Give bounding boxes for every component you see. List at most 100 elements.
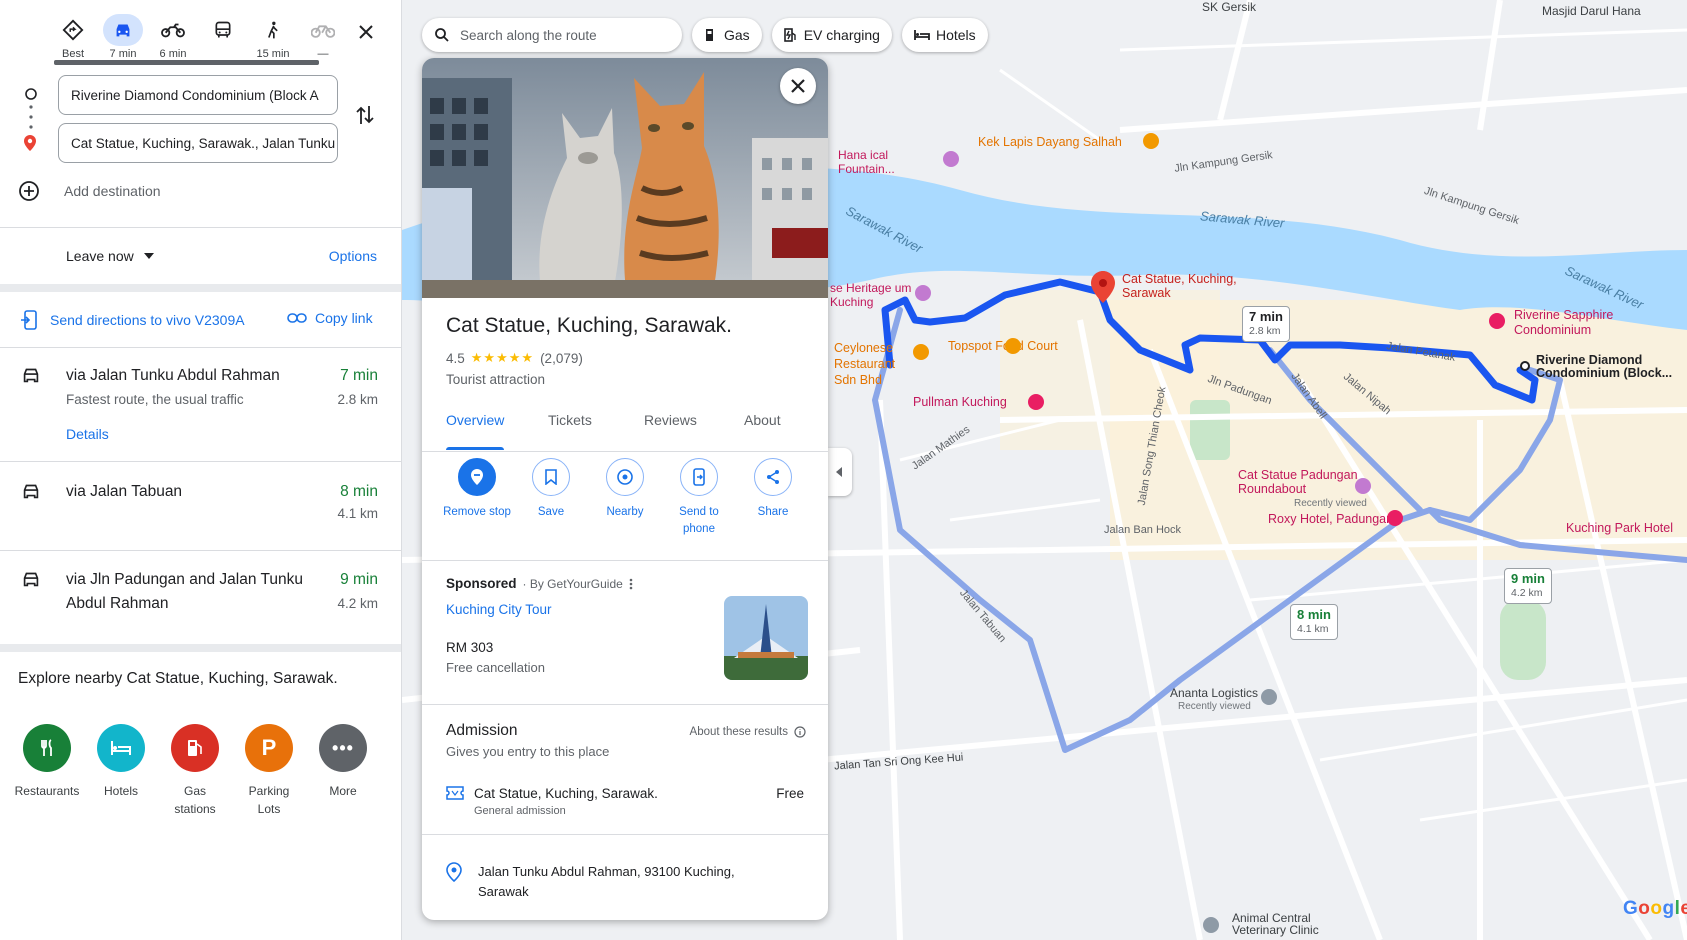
ticket-type: General admission bbox=[474, 805, 566, 817]
action-label: Send to phone bbox=[679, 506, 719, 535]
map-label-ceylonese[interactable]: Ceylonese Restaurant Sdn Bhd bbox=[834, 340, 918, 388]
send-directions-label: Send directions to vivo V2309A bbox=[50, 312, 245, 328]
cafe-marker-icon[interactable] bbox=[1142, 132, 1160, 150]
close-place-card-button[interactable] bbox=[780, 68, 816, 104]
map-label-roxy[interactable]: Roxy Hotel, Padungan bbox=[1268, 512, 1393, 526]
map-label-topspot[interactable]: Topspot Food Court bbox=[948, 339, 1058, 353]
add-destination-button[interactable]: Add destination bbox=[18, 180, 161, 202]
category-parking[interactable]: P Parking Lots bbox=[232, 724, 306, 818]
collapse-panel-button[interactable] bbox=[828, 448, 852, 496]
close-directions-button[interactable] bbox=[352, 18, 380, 46]
chip-gas[interactable]: Gas bbox=[692, 18, 762, 52]
section-divider bbox=[0, 284, 401, 292]
route-details-link[interactable]: Details bbox=[66, 426, 109, 442]
map-label-ananta[interactable]: Ananta Logistics bbox=[1170, 686, 1258, 700]
map-label-destination[interactable]: Cat Statue, Kuching, Sarawak bbox=[1122, 272, 1240, 300]
route-option-2[interactable]: via Jalan Tabuan 8 min 4.1 km bbox=[0, 480, 401, 550]
origin-map-marker-icon bbox=[1520, 361, 1530, 371]
mode-transit[interactable] bbox=[198, 14, 248, 61]
mode-cycling[interactable]: — bbox=[298, 14, 348, 61]
tab-about[interactable]: About bbox=[744, 410, 781, 450]
restaurant-marker-icon[interactable] bbox=[912, 343, 930, 361]
category-hotels[interactable]: Hotels bbox=[84, 724, 158, 818]
copy-link-button[interactable]: Copy link bbox=[287, 310, 373, 326]
admission-title: Admission bbox=[446, 722, 518, 739]
museum-marker-icon[interactable] bbox=[914, 284, 932, 302]
map-label-hana[interactable]: Hana ical Fountain... bbox=[838, 148, 938, 176]
map-label-animal-clinic[interactable]: Animal Central Veterinary Clinic bbox=[1232, 912, 1332, 936]
options-button[interactable]: Options bbox=[329, 248, 377, 264]
mode-walking[interactable]: 15 min bbox=[248, 14, 298, 61]
remove-stop-button[interactable]: Remove stop bbox=[442, 458, 512, 521]
museum-marker-icon[interactable] bbox=[942, 150, 960, 168]
route-time-box-1[interactable]: 7 min 2.8 km bbox=[1242, 306, 1290, 342]
search-along-route-input[interactable]: Search along the route bbox=[422, 18, 682, 52]
more-vert-icon[interactable] bbox=[629, 578, 633, 590]
map-label-kuching-park[interactable]: Kuching Park Hotel bbox=[1566, 521, 1673, 535]
place-rating[interactable]: 4.5 ★★★★★ (2,079) bbox=[446, 350, 583, 366]
map-label-heritage[interactable]: se Heritage um Kuching bbox=[830, 281, 922, 309]
destination-map-pin-icon[interactable] bbox=[1090, 270, 1116, 304]
hotel-marker-icon[interactable] bbox=[1027, 393, 1045, 411]
cat-statue-photo bbox=[422, 58, 828, 298]
leave-now-dropdown[interactable]: Leave now bbox=[66, 248, 154, 264]
route-distance: 2.8 km bbox=[337, 392, 378, 407]
bed-icon bbox=[111, 741, 131, 755]
route-time-box-2[interactable]: 8 min 4.1 km bbox=[1290, 604, 1338, 640]
mode-best[interactable]: Best bbox=[48, 14, 98, 61]
attraction-marker-icon[interactable] bbox=[1354, 477, 1372, 495]
tab-reviews[interactable]: Reviews bbox=[644, 410, 697, 450]
car-icon bbox=[23, 484, 39, 499]
divider bbox=[422, 704, 828, 705]
car-icon bbox=[23, 572, 39, 587]
nearby-button[interactable]: Nearby bbox=[590, 458, 660, 521]
route-time-label: 8 min bbox=[1297, 607, 1331, 622]
about-results-link[interactable]: About these results bbox=[690, 726, 806, 738]
place-address[interactable]: Jalan Tunku Abdul Rahman, 93100 Kuching,… bbox=[446, 862, 778, 902]
map-label-riverine-sapphire[interactable]: Riverine Sapphire Condominium bbox=[1514, 308, 1654, 338]
clinic-marker-icon[interactable] bbox=[1202, 916, 1220, 934]
category-more[interactable]: ••• More bbox=[306, 724, 380, 818]
divider bbox=[422, 560, 828, 561]
send-to-phone-button[interactable]: Send to phone bbox=[664, 458, 734, 538]
route-time-box-3[interactable]: 9 min 4.2 km bbox=[1504, 568, 1552, 604]
divider bbox=[422, 834, 828, 835]
map-label-kek-lapis[interactable]: Kek Lapis Dayang Salhah bbox=[978, 135, 1122, 149]
place-title: Cat Statue, Kuching, Sarawak. bbox=[446, 314, 732, 337]
place-photo[interactable] bbox=[422, 58, 828, 298]
category-restaurants[interactable]: Restaurants bbox=[10, 724, 84, 818]
logistics-marker-icon[interactable] bbox=[1260, 688, 1278, 706]
send-to-phone-icon bbox=[693, 468, 705, 486]
route-option-1[interactable]: via Jalan Tunku Abdul Rahman 7 min Faste… bbox=[0, 364, 401, 460]
chip-hotels[interactable]: Hotels bbox=[901, 18, 988, 52]
map-label-pullman[interactable]: Pullman Kuching bbox=[913, 395, 1007, 409]
hotel-marker-icon[interactable] bbox=[1386, 509, 1404, 527]
route-time-label: 7 min bbox=[1249, 309, 1283, 324]
tour-link[interactable]: Kuching City Tour bbox=[446, 602, 552, 617]
category-gas-stations[interactable]: Gas stations bbox=[158, 724, 232, 818]
route-option-3[interactable]: via Jln Padungan and Jalan Tunku Abdul R… bbox=[0, 568, 401, 638]
admission-ticket[interactable]: Cat Statue, Kuching, Sarawak. General ad… bbox=[446, 786, 658, 817]
hotel-marker-icon[interactable] bbox=[1488, 312, 1506, 330]
swap-waypoints-button[interactable] bbox=[356, 104, 374, 131]
share-button[interactable]: Share bbox=[738, 458, 808, 521]
mode-driving[interactable]: 7 min bbox=[98, 14, 148, 61]
map-label-origin[interactable]: Riverine Diamond Condominium (Block... bbox=[1536, 354, 1686, 380]
route-dots-icon bbox=[29, 105, 33, 129]
place-category[interactable]: Tourist attraction bbox=[446, 372, 545, 387]
save-button[interactable]: Save bbox=[516, 458, 586, 521]
mode-motorcycle[interactable]: 6 min bbox=[148, 14, 198, 61]
route-distance-label: 4.2 km bbox=[1511, 587, 1543, 599]
chip-ev-charging[interactable]: EV charging bbox=[771, 18, 892, 52]
nearby-categories: Restaurants Hotels Gas stations P Parkin… bbox=[10, 724, 380, 818]
origin-input[interactable]: Riverine Diamond Condominium (Block A bbox=[58, 75, 338, 115]
restaurant-marker-icon[interactable] bbox=[1004, 337, 1022, 355]
google-logo: Google bbox=[1623, 898, 1687, 919]
tour-thumbnail[interactable] bbox=[724, 596, 808, 680]
send-directions-button[interactable]: Send directions to vivo V2309A bbox=[20, 310, 245, 330]
tab-tickets[interactable]: Tickets bbox=[548, 410, 592, 450]
tab-overview[interactable]: Overview bbox=[446, 410, 505, 450]
add-circle-icon bbox=[19, 181, 39, 201]
destination-input[interactable]: Cat Statue, Kuching, Sarawak., Jalan Tun… bbox=[58, 123, 338, 163]
divider bbox=[0, 227, 401, 228]
